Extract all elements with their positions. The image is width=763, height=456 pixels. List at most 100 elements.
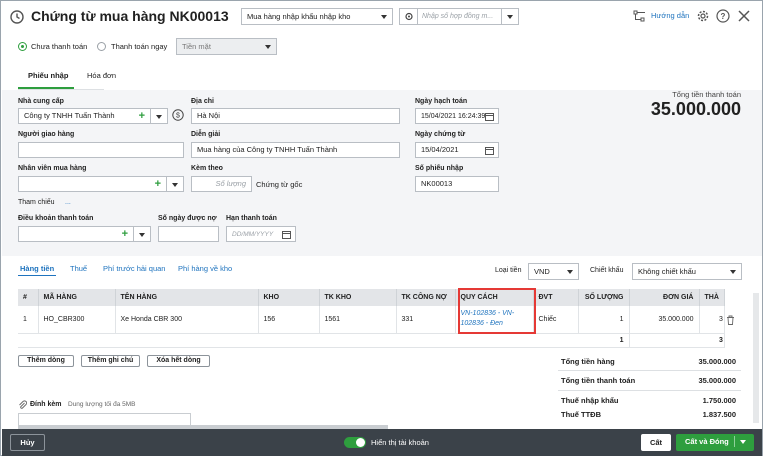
due-date-input[interactable]: DD/MM/YYYY — [226, 226, 296, 242]
address-label: Địa chỉ — [191, 98, 214, 105]
paid-now-radio[interactable] — [97, 42, 106, 51]
col-price: ĐƠN GIÁ — [629, 289, 700, 306]
vertical-scrollbar[interactable] — [753, 293, 759, 423]
total-goods-label: Tổng tiền hàng — [561, 357, 615, 366]
voucher-no-input[interactable]: NK00013 — [415, 176, 499, 192]
currency-select[interactable]: VND — [528, 263, 579, 280]
add-supplier-icon[interactable]: + — [139, 111, 145, 122]
add-payment-terms-icon[interactable]: + — [122, 229, 128, 240]
cell-payable-account[interactable]: 331 — [396, 306, 456, 334]
contract-search-input[interactable]: Nhập số hợp đồng m... — [422, 9, 493, 24]
total-payment-value: 35.000.000 — [650, 99, 741, 119]
col-unit: ĐVT — [533, 289, 579, 306]
unpaid-radio[interactable] — [18, 42, 27, 51]
discount-select[interactable]: Không chiết khấu — [632, 263, 742, 280]
cell-unit[interactable]: Chiếc — [533, 306, 579, 334]
tab-invoice[interactable]: Hóa đơn — [87, 71, 116, 80]
voucher-date-input[interactable]: 15/04/2021 — [415, 142, 499, 158]
detail-tab-tax[interactable]: Thuế — [70, 264, 87, 273]
add-employee-icon[interactable]: + — [155, 179, 161, 190]
attach-count-input[interactable]: Số lượng — [191, 176, 252, 192]
table-header-row: # MÃ HÀNG TÊN HÀNG KHO TK KHO TK CÔNG NỢ… — [18, 289, 725, 306]
import-type-select[interactable]: Mua hàng nhập khẩu nhập kho — [241, 8, 393, 25]
supplier-value: Công ty TNHH Tuấn Thành — [24, 111, 115, 120]
contract-search[interactable]: Nhập số hợp đồng m... — [399, 8, 519, 25]
cell-stock-account[interactable]: 1561 — [319, 306, 397, 334]
address-input[interactable]: Hà Nội — [191, 108, 400, 124]
cell-warehouse[interactable]: 156 — [258, 306, 320, 334]
chevron-down-icon[interactable] — [740, 440, 746, 444]
description-input[interactable]: Mua hàng của Công ty TNHH Tuấn Thành — [191, 142, 400, 158]
clear-rows-button[interactable]: Xóa hết dòng — [147, 355, 210, 367]
show-accounts-label: Hiển thị tài khoản — [371, 438, 429, 447]
table-row[interactable]: 1 HO_CBR300 Xe Honda CBR 300 156 1561 33… — [18, 306, 725, 334]
discount-label: Chiết khấu — [590, 267, 624, 274]
posting-date-input[interactable]: 15/04/2021 16:24:39 — [415, 108, 499, 124]
payment-method-value: Tiền mặt — [182, 42, 211, 51]
cell-amount[interactable]: 3 — [699, 306, 725, 334]
attachment-hint: Dung lượng tối đa 5MB — [68, 401, 136, 408]
detail-tab-warehouse-fee[interactable]: Phí hàng về kho — [178, 264, 232, 273]
svg-text:?: ? — [721, 12, 726, 21]
currency-label: Loại tiền — [495, 267, 522, 274]
discount-value: Không chiết khấu — [638, 267, 696, 276]
paid-now-label: Thanh toán ngay — [111, 42, 168, 51]
detail-tab-pre-customs[interactable]: Phí trước hải quan — [103, 264, 165, 273]
payment-terms-input[interactable]: + — [18, 226, 151, 242]
cell-qty[interactable]: 1 — [578, 306, 630, 334]
supplier-input[interactable]: Công ty TNHH Tuấn Thành + — [18, 108, 168, 124]
col-warehouse: KHO — [258, 289, 320, 306]
history-icon[interactable] — [9, 9, 25, 25]
settings-small-icon[interactable] — [400, 9, 418, 24]
calendar-icon[interactable] — [282, 230, 291, 239]
help-icon[interactable]: ? — [716, 9, 730, 23]
payment-method-select[interactable]: Tiền mặt — [176, 38, 277, 55]
guide-link[interactable]: Hướng dẫn — [651, 11, 689, 20]
trash-icon[interactable] — [726, 315, 735, 325]
voucher-date-label: Ngày chứng từ — [415, 131, 466, 138]
cell-no: 1 — [18, 306, 39, 334]
save-close-button[interactable]: Cất và Đóng — [676, 434, 754, 451]
tab-receipt[interactable]: Phiếu nhập — [28, 71, 68, 80]
sum-qty: 1 — [578, 333, 630, 348]
col-amount: THÀ — [699, 289, 725, 306]
recipient-label: Người giao hàng — [18, 131, 75, 138]
col-name: TÊN HÀNG — [115, 289, 259, 306]
col-code: MÃ HÀNG — [38, 289, 116, 306]
calendar-icon[interactable] — [485, 146, 495, 155]
reference-link[interactable]: ... — [65, 199, 71, 206]
col-stock-account: TK KHO — [319, 289, 397, 306]
add-note-button[interactable]: Thêm ghi chú — [81, 355, 140, 367]
sum-amount: 3 — [699, 333, 725, 348]
cell-price[interactable]: 35.000.000 — [629, 306, 700, 334]
detail-tab-goods[interactable]: Hàng tiền — [20, 264, 54, 273]
payment-terms-label: Điều khoản thanh toán — [18, 215, 94, 222]
unpaid-label: Chưa thanh toán — [31, 42, 88, 51]
cancel-button[interactable]: Hủy — [10, 434, 45, 451]
posting-date-value: 15/04/2021 16:24:39 — [421, 113, 486, 120]
voucher-no-value: NK00013 — [421, 179, 453, 188]
page-title: Chứng từ mua hàng NK00013 — [31, 8, 229, 24]
recipient-input[interactable] — [18, 142, 184, 158]
attachment-label: Đính kèm — [30, 401, 62, 408]
save-button[interactable]: Cất — [641, 434, 671, 451]
total-goods-value: 35.000.000 — [698, 357, 736, 366]
guide-icon[interactable] — [633, 10, 647, 22]
table-summary-row: 1 3 — [18, 333, 725, 348]
total-payment-sum-value: 35.000.000 — [698, 376, 736, 385]
close-icon[interactable] — [738, 10, 750, 22]
cell-code[interactable]: HO_CBR300 — [38, 306, 116, 334]
address-value: Hà Nội — [197, 111, 220, 120]
credit-days-label: Số ngày được nợ — [158, 215, 217, 222]
attach-suffix: Chứng từ gốc — [256, 180, 303, 189]
employee-input[interactable]: + — [18, 176, 184, 192]
debt-info-icon[interactable]: $ — [172, 109, 184, 121]
supplier-label: Nhà cung cấp — [18, 98, 64, 105]
gear-icon[interactable] — [696, 9, 710, 23]
calendar-icon[interactable] — [485, 112, 495, 121]
due-date-placeholder: DD/MM/YYYY — [232, 231, 274, 238]
show-accounts-toggle[interactable] — [344, 437, 366, 448]
cell-name[interactable]: Xe Honda CBR 300 — [115, 306, 259, 334]
credit-days-input[interactable] — [158, 226, 219, 242]
add-row-button[interactable]: Thêm dòng — [18, 355, 74, 367]
